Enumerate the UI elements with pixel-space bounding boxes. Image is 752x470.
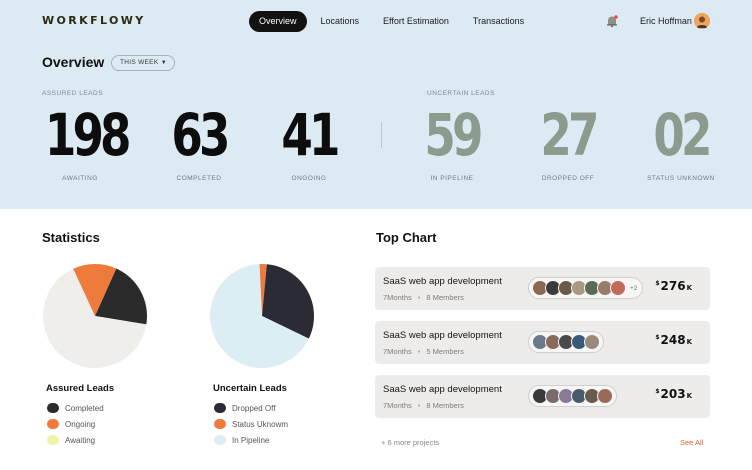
stat-value: 63 xyxy=(171,101,230,169)
legend-label: Ongoing xyxy=(65,419,96,429)
project-card[interactable]: SaaS web app development 7Months • 5 Mem… xyxy=(375,321,710,364)
assured-leads-pie-chart xyxy=(42,264,147,368)
stat-value: 41 xyxy=(281,101,340,169)
legend-swatch xyxy=(47,419,59,429)
stat-value: 198 xyxy=(44,101,132,169)
uncertain-leads-legend-title: Uncertain Leads xyxy=(213,383,287,394)
currency-symbol: $ xyxy=(655,280,660,287)
app-logo[interactable]: WORKFLOWY xyxy=(42,14,146,27)
nav-tab-transactions[interactable]: Transactions xyxy=(463,11,534,32)
legend-label: Dropped Off xyxy=(232,403,276,413)
project-title: SaaS web app development xyxy=(383,330,502,341)
nav-tab-locations[interactable]: Locations xyxy=(311,11,370,32)
notification-bell-icon[interactable] xyxy=(605,14,619,28)
member-avatars[interactable] xyxy=(528,331,604,353)
project-card[interactable]: SaaS web app development 7Months • 8 Mem… xyxy=(375,267,710,310)
main-nav: Overview Locations Effort Estimation Tra… xyxy=(249,11,538,32)
project-amount: $ 203 K xyxy=(655,387,692,401)
legend-swatch xyxy=(47,403,59,413)
member-avatar xyxy=(610,280,626,296)
stat-value: 27 xyxy=(540,101,599,169)
statistics-title: Statistics xyxy=(42,230,100,245)
legend-item-completed: Completed xyxy=(47,403,104,413)
project-members: 8 Members xyxy=(426,293,464,302)
project-meta: 7Months • 8 Members xyxy=(383,293,464,302)
project-meta: 7Months • 5 Members xyxy=(383,347,464,356)
amount-unit: K xyxy=(686,284,692,292)
legend-item-awaiting: Awaiting xyxy=(47,435,95,445)
assured-leads-legend-title: Assured Leads xyxy=(46,383,115,394)
stat-label: STATUS UNKNOWN xyxy=(647,175,715,182)
project-duration: 7Months xyxy=(383,401,412,410)
project-duration: 7Months xyxy=(383,293,412,302)
legend-swatch xyxy=(214,419,226,429)
legend-label: Status Uknowm xyxy=(232,419,289,429)
stat-completed: 63 COMPLETED xyxy=(154,101,244,182)
assured-leads-label: ASSURED LEADS xyxy=(42,90,104,97)
overview-title: Overview xyxy=(42,54,105,70)
legend-label: Awaiting xyxy=(65,435,96,445)
project-meta: 7Months • 8 Members xyxy=(383,401,464,410)
legend-swatch xyxy=(214,435,226,445)
more-projects-link[interactable]: + 6 more projects xyxy=(381,438,439,447)
project-card[interactable]: SaaS web app development 7Months • 8 Mem… xyxy=(375,375,710,418)
period-select-value: THIS WEEK xyxy=(120,59,159,66)
currency-symbol: $ xyxy=(655,388,660,395)
stats-divider xyxy=(381,122,382,148)
stat-in-pipeline: 59 IN PIPELINE xyxy=(407,101,497,182)
user-name[interactable]: Eric Hoffman xyxy=(640,16,692,26)
member-avatars[interactable] xyxy=(528,385,617,407)
stat-label: IN PIPELINE xyxy=(430,175,474,182)
uncertain-leads-pie-chart xyxy=(210,264,314,368)
chevron-down-icon: ▼ xyxy=(160,60,167,66)
member-avatars[interactable]: +2 xyxy=(528,277,644,299)
amount-unit: K xyxy=(686,338,692,346)
meta-separator: • xyxy=(417,293,421,302)
amount-value: 276 xyxy=(660,279,686,293)
legend-label: Completed xyxy=(65,403,104,413)
stat-label: COMPLETED xyxy=(176,175,222,182)
legend-item-in-pipeline: In Pipeline xyxy=(214,435,269,445)
stat-label: AWAITING xyxy=(62,175,98,182)
currency-symbol: $ xyxy=(655,334,660,341)
legend-item-ongoing: Ongoing xyxy=(47,419,95,429)
meta-separator: • xyxy=(417,401,421,410)
nav-tab-effort-estimation[interactable]: Effort Estimation xyxy=(373,11,459,32)
legend-swatch xyxy=(47,435,59,445)
project-members: 5 Members xyxy=(426,347,464,356)
stat-label: DROPPED OFF xyxy=(541,175,595,182)
uncertain-leads-label: UNCERTAIN LEADS xyxy=(427,90,495,97)
amount-value: 248 xyxy=(660,333,686,347)
project-amount: $ 248 K xyxy=(655,333,692,347)
stat-value: 59 xyxy=(424,101,483,169)
stat-ongoing: 41 ONGOING xyxy=(264,101,354,182)
nav-tab-overview[interactable]: Overview xyxy=(249,11,307,32)
legend-item-dropped-off: Dropped Off xyxy=(214,403,275,413)
project-amount: $ 276 K xyxy=(655,279,692,293)
meta-separator: • xyxy=(417,347,421,356)
project-title: SaaS web app development xyxy=(383,276,502,287)
project-members: 8 Members xyxy=(426,401,464,410)
stat-label: ONGOING xyxy=(291,175,327,182)
stat-awaiting: 198 AWAITING xyxy=(35,101,132,182)
see-all-link[interactable]: See All xyxy=(680,438,703,447)
amount-unit: K xyxy=(686,392,692,400)
extra-members-count: +2 xyxy=(630,284,638,292)
project-title: SaaS web app development xyxy=(383,384,502,395)
amount-value: 203 xyxy=(660,387,686,401)
legend-swatch xyxy=(214,403,226,413)
project-duration: 7Months xyxy=(383,347,412,356)
top-chart-title: Top Chart xyxy=(376,230,437,245)
legend-label: In Pipeline xyxy=(232,435,270,445)
member-avatar xyxy=(597,388,613,404)
stat-value: 02 xyxy=(653,101,712,169)
user-avatar[interactable] xyxy=(694,13,710,29)
stat-dropped-off: 27 DROPPED OFF xyxy=(523,101,613,182)
period-select[interactable]: THIS WEEK ▼ xyxy=(111,55,175,71)
member-avatar xyxy=(584,334,600,350)
legend-item-status-unknown: Status Uknowm xyxy=(214,419,288,429)
stat-status-unknown: 02 STATUS UNKNOWN xyxy=(636,101,726,182)
